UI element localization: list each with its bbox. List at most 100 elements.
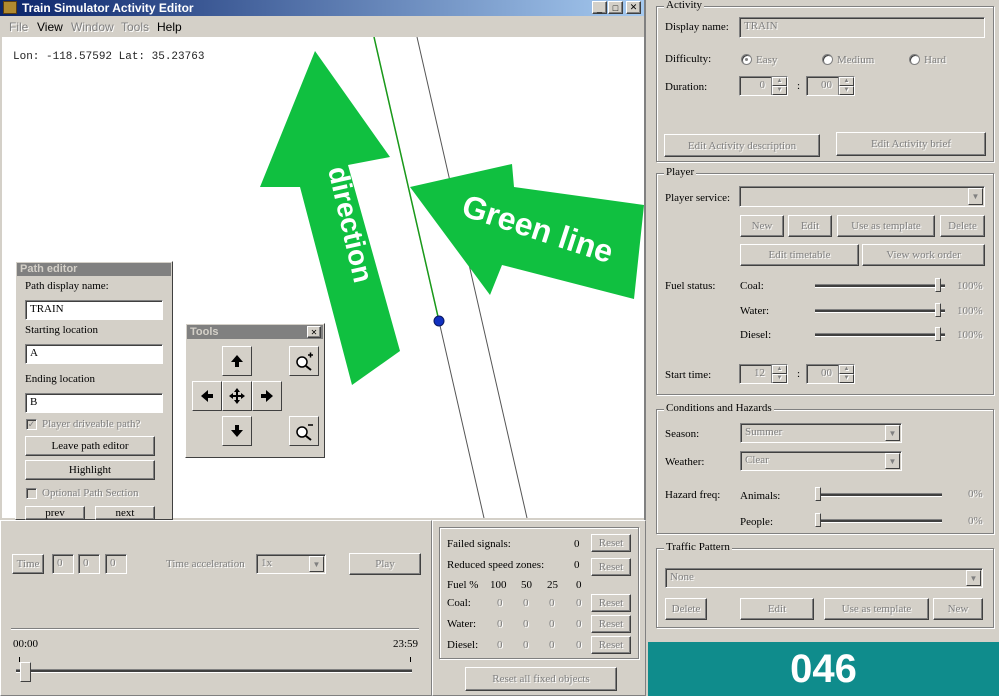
menu-view[interactable]: View [37,20,63,34]
zoom-out-button[interactable] [289,416,319,446]
season-label: Season: [665,428,700,440]
difficulty-hard-radio[interactable] [909,54,920,65]
animals-label: Animals: [740,490,781,502]
pan-right-button[interactable] [252,381,282,411]
traffic-use-template-button[interactable]: Use as template [824,598,929,620]
fuel-diesel-slider[interactable] [815,333,945,337]
player-group-label: Player [664,166,697,178]
people-thumb[interactable] [815,513,821,527]
fuel-diesel-thumb[interactable] [935,327,941,341]
player-driveable-checkbox[interactable]: ✓ [26,419,37,430]
reset-coal-button[interactable]: Reset [591,594,631,612]
traffic-delete-button[interactable]: Delete [665,598,707,620]
time-separator: : [797,368,801,380]
conditions-group-label: Conditions and Hazards [664,402,774,414]
optional-path-checkbox[interactable] [26,488,37,499]
duration-hours-stepper[interactable]: 0 ▲ ▼ [739,76,788,96]
reset-water-button[interactable]: Reset [591,615,631,633]
activity-display-name-input[interactable]: TRAIN [739,17,985,38]
pan-down-button[interactable] [222,416,252,446]
time-acceleration-select[interactable]: 1x ▼ [256,554,326,574]
pan-up-button[interactable] [222,346,252,376]
time-minutes-field[interactable]: 0 [78,554,100,574]
player-use-template-button[interactable]: Use as template [837,215,935,237]
fuel-status-label: Fuel status: [665,280,716,292]
menu-window[interactable]: Window [71,20,114,34]
reduced-speed-label: Reduced speed zones: [447,559,545,571]
start-hours-stepper[interactable]: 12 ▲ ▼ [739,364,788,384]
animals-value: 0% [968,488,983,500]
minimize-button[interactable]: _ [592,1,607,14]
reset-diesel-button[interactable]: Reset [591,636,631,654]
menu-bar: File View Window Tools Help [0,17,644,37]
duration-minutes-stepper[interactable]: 00 ▲ ▼ [806,76,855,96]
divider [11,628,419,630]
season-select[interactable]: Summer ▼ [740,423,902,443]
time-seconds-field[interactable]: 0 [105,554,127,574]
reset-failed-signals-button[interactable]: Reset [591,534,631,552]
traffic-pattern-select[interactable]: None ▼ [665,568,983,588]
right-panel: Activity Display name: TRAIN Difficulty:… [648,0,999,642]
chevron-down-icon: ▼ [966,570,981,586]
title-bar: Train Simulator Activity Editor _ □ ✕ [0,0,644,16]
player-new-button[interactable]: New [740,215,784,237]
center-button[interactable] [222,381,252,411]
animals-slider[interactable] [815,493,942,497]
fuel-coal-slider[interactable] [815,284,945,288]
player-service-label: Player service: [665,192,731,204]
time-button[interactable]: Time [12,554,44,574]
timeline-tick [410,657,411,662]
maximize-button[interactable]: □ [608,1,623,14]
start-minutes-stepper[interactable]: 00 ▲ ▼ [806,364,855,384]
path-display-name-input[interactable]: TRAIN [25,300,163,320]
weather-select[interactable]: Clear ▼ [740,451,902,471]
prev-button[interactable]: prev [25,506,85,520]
player-service-select[interactable]: ▼ [739,186,985,207]
traffic-new-button[interactable]: New [933,598,983,620]
menu-help[interactable]: Help [157,20,182,34]
stepper-arrows: ▲ ▼ [838,365,854,383]
edit-timetable-button[interactable]: Edit timetable [740,244,859,266]
edit-activity-description-button[interactable]: Edit Activity description [664,134,820,157]
table-cell: 0 [497,639,503,651]
reset-reduced-speed-button[interactable]: Reset [591,558,631,576]
fuel-coal-thumb[interactable] [935,278,941,292]
leave-path-editor-button[interactable]: Leave path editor [25,436,155,456]
fuel-col-header: 50 [521,579,532,591]
next-button[interactable]: next [95,506,155,520]
starting-location-input[interactable]: A [25,344,163,364]
start-minutes-value: 00 [821,367,832,379]
fuel-water-thumb[interactable] [935,303,941,317]
difficulty-medium-radio[interactable] [822,54,833,65]
zoom-in-button[interactable] [289,346,319,376]
badge-number: 046 [790,646,857,691]
fuel-col-header: 100 [490,579,507,591]
green-path-line [373,37,440,322]
difficulty-easy-radio[interactable] [741,54,752,65]
traffic-edit-button[interactable]: Edit [740,598,814,620]
tools-close-button[interactable]: ✕ [307,326,321,338]
table-cell: 0 [523,639,529,651]
menu-tools[interactable]: Tools [121,20,149,34]
timeline-slider-thumb[interactable] [20,662,31,682]
time-hours-field[interactable]: 0 [52,554,74,574]
player-edit-button[interactable]: Edit [788,215,832,237]
highlight-button[interactable]: Highlight [25,460,155,480]
edit-activity-brief-button[interactable]: Edit Activity brief [836,132,986,156]
tools-panel: Tools ✕ [185,323,325,458]
play-button[interactable]: Play [349,553,421,575]
fuel-water-slider[interactable] [815,309,945,313]
player-delete-button[interactable]: Delete [940,215,985,237]
table-cell: 0 [576,639,582,651]
reset-all-fixed-objects-button[interactable]: Reset all fixed objects [465,667,617,691]
menu-file[interactable]: File [9,20,28,34]
pan-left-button[interactable] [192,381,222,411]
zoom-out-icon [296,424,313,441]
close-button[interactable]: ✕ [626,1,641,14]
people-slider[interactable] [815,519,942,523]
ending-location-input[interactable]: B [25,393,163,413]
view-work-order-button[interactable]: View work order [862,244,985,266]
animals-thumb[interactable] [815,487,821,501]
time-panel: Time 0 0 0 Time acceleration 1x ▼ Play 0… [0,520,432,696]
reduced-speed-value: 0 [574,559,580,571]
